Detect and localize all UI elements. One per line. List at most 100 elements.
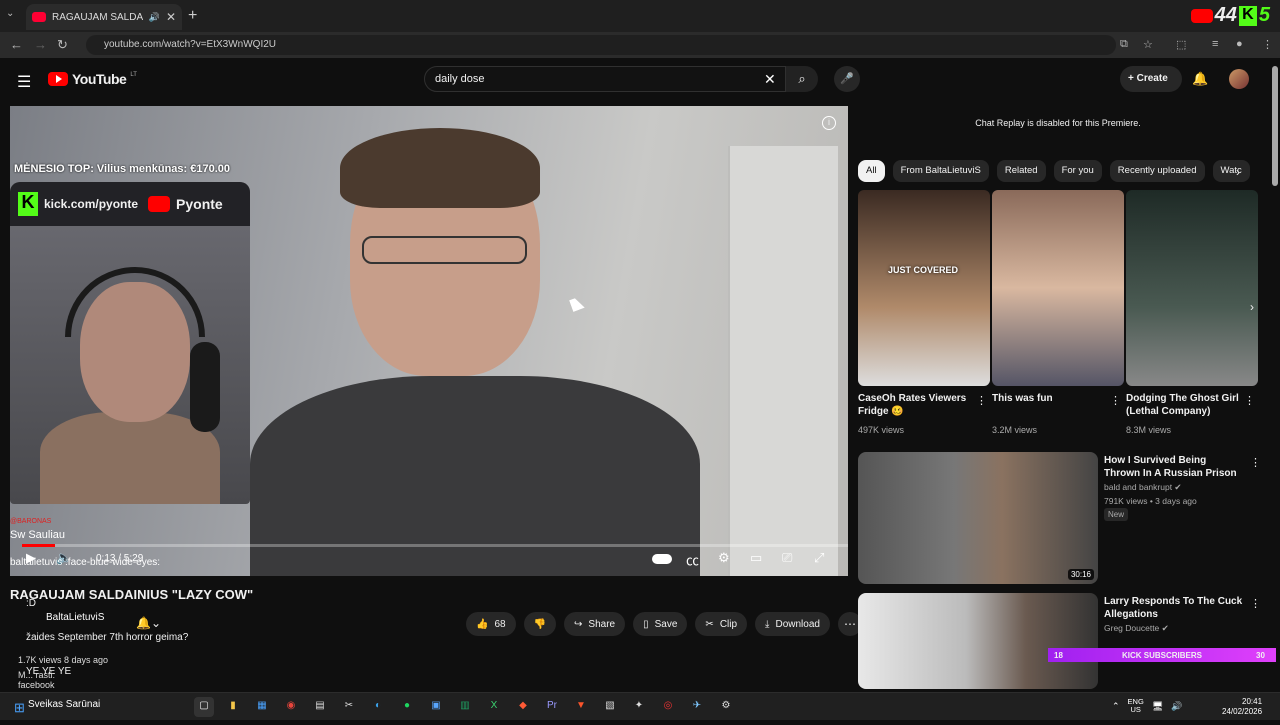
back-icon[interactable]: ← — [10, 37, 23, 52]
more-vert-icon[interactable]: ⋮ — [1244, 394, 1255, 407]
recommended-video[interactable]: 30:16 How I Survived Being Thrown In A R… — [858, 452, 1278, 584]
avatar[interactable] — [1229, 69, 1249, 89]
media-control-icon[interactable]: ≡ — [1212, 38, 1218, 50]
excel-icon[interactable]: X — [484, 697, 504, 717]
close-tab-icon[interactable]: ✕ — [166, 10, 176, 24]
autoplay-toggle[interactable] — [652, 554, 672, 564]
browser-tab[interactable]: RAGAUJAM SALDAINIUS "L 🔊 ✕ — [26, 4, 182, 30]
voice-search-button[interactable]: 🎤 — [834, 66, 860, 92]
miniplayer-icon[interactable]: ▭ — [750, 550, 762, 566]
settings-icon[interactable]: ⚙ — [718, 550, 730, 566]
download-button[interactable]: ⤓ Download — [755, 612, 830, 636]
edge-icon[interactable]: ◐ — [368, 697, 388, 717]
more-vert-icon[interactable]: ⋮ — [1250, 597, 1261, 610]
chip-for-you[interactable]: For you — [1053, 160, 1102, 182]
short-title[interactable]: This was fun — [992, 392, 1110, 405]
app-icon[interactable]: ✦ — [629, 697, 649, 717]
menu-icon[interactable]: ☰ — [17, 72, 31, 92]
windows-start-icon[interactable]: ⊞ — [14, 700, 25, 716]
reload-icon[interactable]: ↻ — [57, 37, 68, 53]
chat-message: :D — [26, 598, 36, 609]
install-app-icon[interactable]: ⧉ — [1120, 38, 1128, 51]
spotify-icon[interactable]: ● — [397, 697, 417, 717]
url-field[interactable]: youtube.com/watch?v=EtX3WnWQI2U — [86, 35, 1116, 55]
clear-search-icon[interactable]: ✕ — [764, 71, 776, 88]
short-caption: JUST COVERED — [888, 265, 959, 275]
clock[interactable]: 20:41 24/02/2026 — [1222, 697, 1262, 718]
fullscreen-icon[interactable]: ⤢ — [814, 550, 824, 566]
page-scrollbar[interactable] — [1272, 66, 1278, 186]
create-button[interactable]: + Create — [1120, 66, 1182, 92]
obs-icon[interactable]: ◎ — [658, 697, 678, 717]
volume-icon[interactable]: 🔊 — [1171, 701, 1182, 712]
sheets-icon[interactable]: ▥ — [455, 697, 475, 717]
new-tab-icon[interactable]: + — [188, 7, 197, 25]
channel-name[interactable]: BaltaLietuviS — [46, 612, 104, 623]
chip-related[interactable]: Related — [996, 160, 1046, 182]
share-button[interactable]: ↪ Share — [564, 612, 626, 636]
video-title: RAGAUJAM SALDAINIUS "LAZY COW" — [10, 587, 254, 602]
bookmark-star-icon[interactable]: ☆ — [1143, 38, 1153, 51]
short-card[interactable] — [992, 190, 1124, 386]
short-card[interactable] — [1126, 190, 1258, 386]
chip-all[interactable]: All — [858, 160, 885, 182]
more-vert-icon[interactable]: ⋮ — [1250, 456, 1261, 469]
more-vert-icon[interactable]: ⋮ — [1110, 394, 1121, 407]
chevron-up-icon[interactable]: ⌃ — [1112, 701, 1120, 712]
short-card[interactable]: JUST COVERED — [858, 190, 990, 386]
channel-name[interactable]: Greg Doucette ✔ — [1104, 623, 1169, 634]
search-icon: ⌕ — [798, 71, 806, 86]
chrome-icon[interactable]: ◉ — [281, 697, 301, 717]
chevron-right-icon[interactable]: › — [1236, 165, 1240, 179]
tab-search-icon[interactable]: ⌄ — [6, 8, 20, 22]
audio-icon[interactable]: 🔊 — [149, 12, 160, 23]
settings-icon[interactable]: ⚙ — [716, 697, 736, 717]
save-button[interactable]: ▯ Save — [633, 612, 688, 636]
short-title[interactable]: Dodging The Ghost Girl (Lethal Company) — [1126, 392, 1244, 418]
chip-watched[interactable]: Watc — [1212, 160, 1250, 182]
store-icon[interactable]: ▦ — [252, 697, 272, 717]
channel-name[interactable]: bald and bankrupt ✔ — [1104, 482, 1182, 493]
video-title[interactable]: How I Survived Being Thrown In A Russian… — [1104, 454, 1244, 480]
forward-icon[interactable]: → — [34, 37, 47, 52]
search-input[interactable]: daily dose — [424, 66, 786, 92]
more-vert-icon[interactable]: ⋮ — [976, 394, 987, 407]
steam-icon[interactable]: ✈ — [687, 697, 707, 717]
thumbs-up-icon: 👍 — [476, 618, 489, 630]
profile-icon[interactable]: ● — [1236, 38, 1243, 50]
info-icon[interactable]: i — [822, 116, 836, 130]
capcut-icon[interactable]: ✂ — [339, 697, 359, 717]
language-indicator[interactable]: ENG US — [1128, 697, 1144, 715]
task-view-icon[interactable]: ▢ — [194, 697, 214, 717]
chip-from-channel[interactable]: From BaltaLietuviS — [892, 160, 989, 182]
subscription-bell-icon[interactable]: 🔔⌄ — [136, 616, 161, 630]
captions-icon[interactable]: ㏄ — [686, 550, 699, 569]
save-label: Save — [654, 618, 678, 630]
chip-recently-uploaded[interactable]: Recently uploaded — [1109, 160, 1205, 182]
extensions-icon[interactable]: ⬚ — [1176, 38, 1186, 51]
app-icon[interactable]: ▧ — [600, 697, 620, 717]
download-label: Download — [775, 618, 820, 630]
clip-button[interactable]: ✂ Clip — [695, 612, 748, 636]
file-explorer-icon[interactable]: ▮ — [223, 697, 243, 717]
brave-icon[interactable]: ▼ — [571, 697, 591, 717]
taskbar-widget[interactable]: Sveikas Sarūnai — [28, 699, 100, 710]
like-button[interactable]: 👍 68 — [466, 612, 516, 636]
short-thumbnail — [1126, 190, 1258, 386]
video-person-glasses — [362, 236, 527, 264]
premiere-icon[interactable]: Pr — [542, 697, 562, 717]
dislike-button[interactable]: 👎 — [523, 612, 557, 636]
notepad-icon[interactable]: ▤ — [310, 697, 330, 717]
photos-icon[interactable]: ▣ — [426, 697, 446, 717]
video-meta: 791K views • 3 days ago — [1104, 496, 1197, 506]
notifications-icon[interactable]: 🔔 — [1192, 71, 1208, 87]
network-icon[interactable]: 🖥 — [1152, 701, 1163, 712]
app-icon[interactable]: ◆ — [513, 697, 533, 717]
cast-icon[interactable]: ⎚ — [782, 550, 792, 566]
chevron-right-icon[interactable]: › — [1250, 300, 1254, 314]
youtube-logo[interactable]: YouTube LT — [48, 71, 137, 87]
short-title[interactable]: CaseOh Rates Viewers Fridge 🥴 — [858, 392, 976, 418]
video-title[interactable]: Larry Responds To The Cuck Allegations — [1104, 595, 1244, 621]
search-button[interactable]: ⌕ — [786, 66, 818, 92]
browser-menu-icon[interactable]: ⋮ — [1262, 38, 1273, 51]
